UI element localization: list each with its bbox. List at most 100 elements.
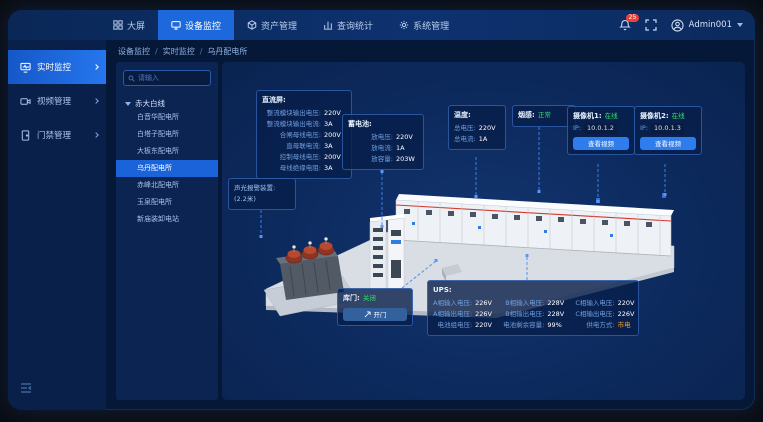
nav-label: 大屏 [127,19,145,32]
topbar-right-cluster: 25 Admin001 [619,10,743,40]
field-value: 226V [618,309,640,320]
panel-title: 直流屏: [262,95,346,107]
tree-item-station[interactable]: 白塔子配电所 [116,126,218,143]
main-nav: 大屏 设备监控 资产管理 查询统计 系统管理 [100,10,462,40]
status-value: 在线 [672,111,694,122]
nav-item-dashboard[interactable]: 大屏 [100,10,158,40]
dc-screen-panel: 直流屏: 整流模块输出电压:220V 整流模块输出电流:3A 合闸母线电压:20… [256,90,352,179]
breadcrumb-realtime-monitoring[interactable]: 实时监控 [163,46,195,57]
field-label: 放容量: [348,154,393,165]
breadcrumb: 设备监控 / 实时监控 / 乌丹配电所 [118,46,247,57]
tree-item-station-selected[interactable]: 乌丹配电所 [116,160,218,177]
breadcrumb-separator: / [155,47,158,56]
field-value: 1A [396,143,418,154]
username: Admin001 [689,20,732,30]
field-label: 电池组电压: [433,320,472,331]
door-status: 关闭 [363,293,385,304]
search-input[interactable] [138,74,206,82]
open-door-button[interactable]: 开门 [343,308,407,321]
sidebar-item-access-control[interactable]: 门禁管理 [8,118,106,152]
app-window: 大屏 设备监控 资产管理 查询统计 系统管理 [8,10,755,410]
fullscreen-button[interactable] [645,19,657,31]
view-video-button[interactable]: 查看视频 [573,137,629,150]
sound-light-alarm-panel: 声光报警装置: (2.2米) [228,178,296,210]
fullscreen-icon [645,19,657,31]
nav-label: 系统管理 [413,19,449,32]
field-label: 整流模块输出电流: [262,119,321,130]
tree-item-station[interactable]: 赤峰北配电所 [116,177,218,194]
chevron-right-icon [93,98,99,104]
field-label: C相输入电压: [575,298,614,309]
tree-item-station[interactable]: 新庙装卸电站 [116,211,218,228]
field-label: 母线绝缘电阻: [262,163,321,174]
ip-label: IP: [640,123,648,134]
top-nav-bar: 大屏 设备监控 资产管理 查询统计 系统管理 [8,10,755,40]
status-value: 在线 [605,111,627,122]
tree-item-station[interactable]: 大板东配电所 [116,143,218,160]
panel-title: UPS: [433,285,633,297]
field-value: 99% [547,320,569,331]
temperature-panel: 温度: 总电压:220V 总电流:1A [448,105,506,150]
field-value: 220V [618,298,640,309]
sidebar-item-video-management[interactable]: 视频管理 [8,84,106,118]
alarm-label: 声光报警装置: [234,183,290,194]
field-value: 226V [475,298,497,309]
field-label: A相输入电压: [433,298,472,309]
nav-label: 设备监控 [185,19,221,32]
battery-panel: 蓄电池: 放电压:220V 放电流:1A 放容量:203W [342,114,424,170]
nav-item-asset-management[interactable]: 资产管理 [234,10,310,40]
status-value: 正常 [538,110,560,121]
ups-panel: UPS: A相输入电压:226V B相输入电压:228V C相输入电压:220V… [427,280,639,336]
panel-title: 摄像机2: [640,111,669,123]
bar-chart-icon [323,20,333,30]
field-label: 放电压: [348,132,393,143]
ip-label: IP: [573,123,581,134]
field-label: 放电流: [348,143,393,154]
nav-item-query-statistics[interactable]: 查询统计 [310,10,386,40]
notifications-button[interactable]: 25 [619,19,631,31]
field-label: 整流模块输出电压: [262,108,321,119]
app-canvas: 大屏 设备监控 资产管理 查询统计 系统管理 [0,0,763,422]
sidebar-collapse-button[interactable] [20,379,32,398]
field-label: 电池剩余容量: [503,320,544,331]
breadcrumb-device-monitoring[interactable]: 设备监控 [118,46,150,57]
search-icon [128,75,135,82]
tree-root-line[interactable]: 赤大白线 [116,98,218,109]
field-value: 226V [475,309,497,320]
grid-icon [113,20,123,30]
user-menu[interactable]: Admin001 [671,19,743,32]
tree-item-station[interactable]: 玉泉配电所 [116,194,218,211]
nav-label: 查询统计 [337,19,373,32]
field-value: 220V [479,123,501,134]
alarm-value: (2.2米) [234,194,290,205]
field-value: 市电 [618,320,640,331]
field-label: C相输出电压: [575,309,614,320]
video-camera-icon [20,96,31,107]
panel-title: 蓄电池: [348,119,418,131]
field-label: 总电流: [454,134,476,145]
realtime-monitor-icon [20,62,31,73]
nav-label: 资产管理 [261,19,297,32]
tree-item-station[interactable]: 白音华配电所 [116,109,218,126]
tree-root-label: 赤大白线 [135,98,165,109]
ip-value: 10.0.1.3 [651,123,684,134]
field-label: 总电压: [454,123,476,134]
sidebar-item-realtime-monitoring[interactable]: 实时监控 [8,50,106,84]
camera1-panel: 摄像机1:在线 IP:10.0.1.2 查看视频 [567,106,635,155]
sidebar-item-label: 门禁管理 [37,129,88,141]
field-label: A相输出电压: [433,309,472,320]
open-door-label: 开门 [374,309,387,319]
field-value: 220V [475,320,497,331]
ip-value: 10.0.1.2 [584,123,617,134]
field-label: 库门: [343,293,360,305]
nav-item-system-management[interactable]: 系统管理 [386,10,462,40]
monitor-icon [171,20,181,30]
view-video-button[interactable]: 查看视频 [640,137,696,150]
tree-search-box [123,70,211,86]
breadcrumb-current-station: 乌丹配电所 [207,46,247,57]
avatar-icon [671,19,684,32]
sidebar-item-label: 实时监控 [37,61,88,73]
nav-item-device-monitoring[interactable]: 设备监控 [158,10,234,40]
field-label: 控制母线电压: [262,152,321,163]
chevron-right-icon [93,64,99,70]
